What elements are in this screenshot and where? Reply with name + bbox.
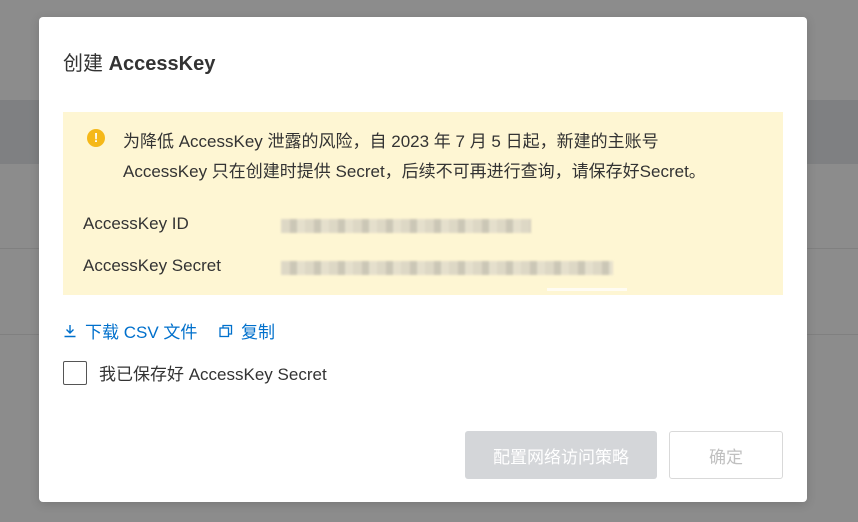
copy-icon bbox=[219, 324, 233, 337]
create-accesskey-dialog: 创建 AccessKey ! 为降低 AccessKey 泄露的风险，自 202… bbox=[39, 17, 807, 502]
alert-message: 为降低 AccessKey 泄露的风险，自 2023 年 7 月 5 日起，新建… bbox=[123, 127, 763, 187]
dialog-title: 创建 AccessKey bbox=[63, 47, 215, 76]
dialog-title-prefix: 创建 bbox=[63, 53, 103, 75]
configure-network-policy-button[interactable]: 配置网络访问策略 bbox=[465, 431, 657, 479]
confirm-saved-label[interactable]: 我已保存好 AccessKey Secret bbox=[99, 360, 327, 385]
accesskey-secret-value-masked bbox=[281, 261, 613, 275]
dialog-title-main: AccessKey bbox=[108, 53, 216, 75]
accesskey-secret-label: AccessKey Secret bbox=[83, 256, 221, 275]
ok-button[interactable]: 确定 bbox=[669, 431, 783, 479]
download-csv-label: 下载 CSV 文件 bbox=[85, 323, 198, 342]
copy-link[interactable]: 复制 bbox=[219, 318, 275, 343]
confirm-saved-row[interactable]: 我已保存好 AccessKey Secret bbox=[63, 360, 327, 385]
copy-label: 复制 bbox=[241, 323, 275, 342]
accesskey-id-value-masked bbox=[281, 219, 531, 233]
accesskey-id-label: AccessKey ID bbox=[83, 214, 189, 233]
mask-artifact bbox=[547, 288, 627, 291]
alert-line-1: 为降低 AccessKey 泄露的风险，自 2023 年 7 月 5 日起，新建… bbox=[123, 132, 659, 151]
confirm-saved-checkbox[interactable] bbox=[63, 360, 87, 385]
warning-icon: ! bbox=[87, 129, 105, 147]
alert-line-2: AccessKey 只在创建时提供 Secret，后续不可再进行查询，请保存好S… bbox=[123, 162, 706, 181]
download-icon bbox=[64, 324, 76, 337]
warning-alert: ! 为降低 AccessKey 泄露的风险，自 2023 年 7 月 5 日起，… bbox=[63, 112, 783, 295]
download-csv-link[interactable]: 下载 CSV 文件 bbox=[63, 318, 197, 343]
